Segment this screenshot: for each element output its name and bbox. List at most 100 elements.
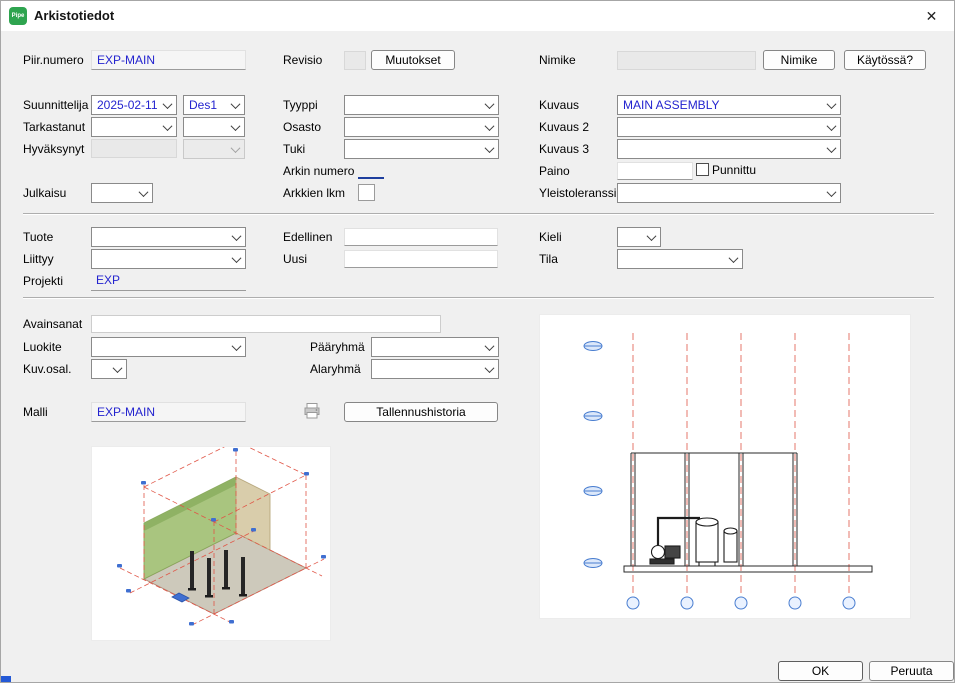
luokite-label: Luokite xyxy=(23,337,62,357)
projekti-field[interactable]: EXP xyxy=(91,271,246,291)
osasto-label: Osasto xyxy=(283,117,321,137)
kaytossa-button[interactable]: Käytössä? xyxy=(844,50,926,70)
arkistotiedot-dialog: Pipe Arkistotiedot ✕ Piir.numero EXP-MAI… xyxy=(0,0,955,683)
chevron-down-icon xyxy=(227,96,244,114)
edellinen-label: Edellinen xyxy=(283,227,332,247)
punnittu-label: Punnittu xyxy=(712,160,756,180)
tarkastanut-label: Tarkastanut xyxy=(23,117,85,137)
tyyppi-combo[interactable] xyxy=(344,95,499,115)
kuvaus-combo[interactable]: MAIN ASSEMBLY xyxy=(617,95,841,115)
chevron-down-icon xyxy=(159,96,176,114)
osasto-combo[interactable] xyxy=(344,117,499,137)
muutokset-button[interactable]: Muutokset xyxy=(371,50,455,70)
tarkastanut-combo[interactable] xyxy=(91,117,177,137)
kuv-osal-label: Kuv.osal. xyxy=(23,359,71,379)
chevron-down-icon xyxy=(823,184,840,202)
separator xyxy=(23,297,934,299)
luokite-combo[interactable] xyxy=(91,337,246,357)
kuvaus-3-combo[interactable] xyxy=(617,139,841,159)
kuvaus-label: Kuvaus xyxy=(539,95,579,115)
chevron-down-icon xyxy=(228,228,245,246)
elevation-drawing xyxy=(540,315,910,618)
arkkien-lkm-label: Arkkien lkm xyxy=(283,183,345,203)
tallennushistoria-button[interactable]: Tallennushistoria xyxy=(344,402,498,422)
revisio-label: Revisio xyxy=(283,50,322,70)
chevron-down-icon xyxy=(725,250,742,268)
uusi-label: Uusi xyxy=(283,249,307,269)
liittyy-combo[interactable] xyxy=(91,249,246,269)
chevron-down-icon xyxy=(109,360,126,378)
chevron-down-icon xyxy=(823,96,840,114)
model-3d-preview xyxy=(91,446,331,641)
peruuta-button[interactable]: Peruuta xyxy=(869,661,954,681)
tuki-combo[interactable] xyxy=(344,139,499,159)
malli-field[interactable]: EXP-MAIN xyxy=(91,402,246,422)
avainsanat-label: Avainsanat xyxy=(23,314,82,334)
tuote-combo[interactable] xyxy=(91,227,246,247)
print-icon xyxy=(303,402,321,420)
chevron-down-icon xyxy=(135,184,152,202)
kieli-combo[interactable] xyxy=(617,227,661,247)
arkin-numero-label: Arkin numero xyxy=(283,161,354,181)
kuvaus-2-combo[interactable] xyxy=(617,117,841,137)
suunnittelija-designer-combo[interactable]: Des1 xyxy=(183,95,245,115)
edellinen-field[interactable] xyxy=(344,228,498,246)
malli-label: Malli xyxy=(23,402,48,422)
separator xyxy=(23,213,934,215)
julkaisu-label: Julkaisu xyxy=(23,183,66,203)
tila-label: Tila xyxy=(539,249,558,269)
nimike-field xyxy=(617,51,756,70)
titlebar: Pipe Arkistotiedot ✕ xyxy=(1,1,954,31)
chevron-down-icon xyxy=(481,118,498,136)
avainsanat-field[interactable] xyxy=(91,315,441,333)
paaryhma-combo[interactable] xyxy=(371,337,499,357)
chevron-down-icon xyxy=(227,140,244,158)
tarkastanut-designer-combo[interactable] xyxy=(183,117,245,137)
arkin-numero-field[interactable] xyxy=(358,163,384,179)
revisio-field xyxy=(344,51,366,70)
arkkien-lkm-field[interactable] xyxy=(358,184,375,201)
alaryhma-label: Alaryhmä xyxy=(310,359,361,379)
chevron-down-icon xyxy=(228,338,245,356)
yleistoleranssi-label: Yleistoleranssi xyxy=(539,183,616,203)
nimike-button[interactable]: Nimike xyxy=(763,50,835,70)
hyvaksynyt-field xyxy=(91,139,177,158)
piir-numero-field[interactable]: EXP-MAIN xyxy=(91,50,246,70)
tyyppi-label: Tyyppi xyxy=(283,95,318,115)
kieli-label: Kieli xyxy=(539,227,562,247)
punnittu-checkbox[interactable] xyxy=(696,163,709,176)
nimike-label: Nimike xyxy=(539,50,576,70)
tuki-label: Tuki xyxy=(283,139,305,159)
chevron-down-icon xyxy=(481,96,498,114)
piir-numero-label: Piir.numero xyxy=(23,50,84,70)
elevation-preview xyxy=(539,314,911,619)
chevron-down-icon xyxy=(643,228,660,246)
chevron-down-icon xyxy=(823,118,840,136)
kuvaus-3-label: Kuvaus 3 xyxy=(539,139,589,159)
close-icon[interactable]: ✕ xyxy=(909,1,954,31)
pipe-app-icon: Pipe xyxy=(9,7,27,25)
uusi-field[interactable] xyxy=(344,250,498,268)
alaryhma-combo[interactable] xyxy=(371,359,499,379)
hyvaksynyt-designer-combo xyxy=(183,139,245,159)
chevron-down-icon xyxy=(481,338,498,356)
hyvaksynyt-label: Hyväksynyt xyxy=(23,139,84,159)
chevron-down-icon xyxy=(481,140,498,158)
tila-combo[interactable] xyxy=(617,249,743,269)
yleistoleranssi-combo[interactable] xyxy=(617,183,841,203)
julkaisu-combo[interactable] xyxy=(91,183,153,203)
paino-field[interactable] xyxy=(617,162,693,180)
chevron-down-icon xyxy=(227,118,244,136)
kuv-osal-combo[interactable] xyxy=(91,359,127,379)
kuvaus-2-label: Kuvaus 2 xyxy=(539,117,589,137)
ok-button[interactable]: OK xyxy=(778,661,863,681)
paino-label: Paino xyxy=(539,161,570,181)
tuote-label: Tuote xyxy=(23,227,53,247)
chevron-down-icon xyxy=(159,118,176,136)
model-3d-drawing xyxy=(92,447,330,640)
kuvaus-value: MAIN ASSEMBLY xyxy=(618,96,840,114)
paaryhma-label: Pääryhmä xyxy=(310,337,365,357)
suunnittelija-date-combo[interactable]: 2025-02-11 xyxy=(91,95,177,115)
window-title: Arkistotiedot xyxy=(34,1,114,31)
projekti-label: Projekti xyxy=(23,271,63,291)
